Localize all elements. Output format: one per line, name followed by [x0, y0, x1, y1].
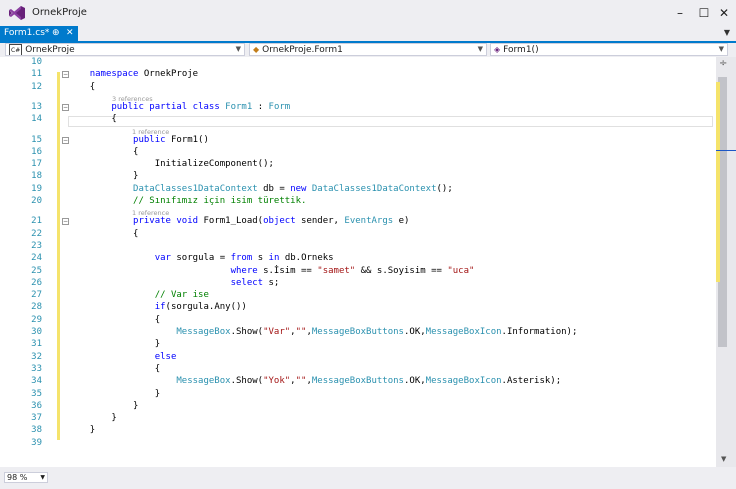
line-number: 21 [31, 216, 42, 227]
code-line[interactable]: { [68, 147, 138, 157]
line-number: 12 [31, 81, 42, 92]
line-number: 13 [31, 101, 42, 112]
chevron-down-icon: ▼ [718, 45, 724, 53]
code-line[interactable]: } [68, 171, 138, 181]
code-editor[interactable]: 10 11 namespace OrnekProje −12 {3 referenc… [0, 57, 716, 467]
project-dropdown[interactable]: C# OrnekProje ▼ [5, 43, 245, 56]
line-number: 26 [31, 277, 42, 288]
class-dropdown[interactable]: ◆ OrnekProje.Form1 ▼ [249, 43, 487, 56]
vertical-scrollbar[interactable]: ÷ ▼ [716, 57, 736, 467]
visual-studio-logo-icon [9, 6, 25, 20]
minimize-button[interactable]: – [668, 3, 692, 23]
chevron-down-icon: ▼ [235, 45, 241, 53]
code-line[interactable]: else [68, 352, 177, 362]
pin-icon[interactable]: ⊕ [52, 26, 60, 41]
code-line[interactable]: InitializeComponent(); [68, 159, 274, 169]
line-number: 19 [31, 183, 42, 194]
line-number: 14 [31, 114, 42, 125]
line-number: 22 [31, 228, 42, 239]
line-number: 20 [31, 196, 42, 206]
scroll-down-icon[interactable]: ▼ [721, 455, 726, 463]
tab-label: Form1.cs* [4, 28, 50, 38]
code-line[interactable]: } [68, 401, 138, 411]
code-line[interactable]: // Var ise [68, 290, 209, 300]
line-number: 11 [31, 69, 42, 80]
collapse-toggle-icon[interactable]: − [62, 136, 69, 144]
member-dropdown-label: Form1() [503, 45, 539, 55]
code-line[interactable]: if(sorgula.Any()) [68, 302, 247, 312]
line-number: 38 [31, 425, 42, 436]
title-bar: OrnekProje – ☐ ✕ [0, 0, 736, 26]
line-number: 15 [31, 134, 42, 145]
collapse-toggle-icon[interactable]: − [62, 103, 69, 111]
line-number: 10 [31, 57, 42, 67]
split-icon[interactable]: ÷ [719, 58, 727, 69]
line-number: 36 [31, 400, 42, 411]
line-number: 37 [31, 413, 42, 424]
change-marker [716, 82, 720, 282]
code-line[interactable]: where s.İsim == "samet" && s.Soyisim == … [68, 266, 475, 276]
status-bar: 98 % ▼ [0, 467, 736, 489]
chevron-down-icon: ▼ [477, 45, 483, 53]
chevron-down-icon: ▼ [40, 474, 45, 481]
close-button[interactable]: ✕ [712, 3, 736, 23]
code-line[interactable]: DataClasses1DataContext db = new DataCla… [68, 184, 453, 194]
line-number: 29 [31, 314, 42, 325]
tab-form1-cs[interactable]: Form1.cs* ⊕ ✕ [0, 26, 78, 41]
collapse-toggle-icon[interactable]: − [62, 71, 69, 79]
code-line[interactable]: { [68, 364, 160, 374]
member-dropdown[interactable]: ◈ Form1() ▼ [490, 43, 728, 56]
code-line[interactable]: } [68, 389, 160, 399]
code-line[interactable]: MessageBox.Show("Yok","",MessageBoxButto… [68, 376, 561, 386]
code-line[interactable]: select s; [68, 278, 280, 288]
tab-dropdown-icon[interactable]: ▼ [724, 28, 730, 37]
zoom-level: 98 % [7, 473, 28, 482]
code-line[interactable]: { [68, 315, 160, 325]
line-number: 25 [31, 265, 42, 276]
code-line[interactable]: } [68, 425, 95, 435]
line-number: 35 [31, 388, 42, 399]
line-number: 28 [31, 302, 42, 313]
code-line[interactable]: public Form1() [68, 135, 209, 145]
line-number: 32 [31, 351, 42, 362]
window-title: OrnekProje [32, 7, 87, 18]
code-line[interactable]: private void Form1_Load(object sender, E… [68, 216, 409, 226]
method-icon: ◈ [494, 45, 501, 54]
code-line[interactable]: { [68, 229, 138, 239]
line-number: 24 [31, 253, 42, 264]
csharp-project-icon: C# [9, 44, 23, 55]
code-line[interactable]: // Sınıfımız için isim türettik. [68, 196, 306, 206]
collapse-toggle-icon[interactable]: − [62, 218, 69, 226]
line-number: 30 [31, 327, 42, 337]
navigation-bar: C# OrnekProje ▼ ◆ OrnekProje.Form1 ▼ ◈ Form… [0, 43, 736, 57]
code-line[interactable]: MessageBox.Show("Var","",MessageBoxButto… [68, 327, 577, 337]
line-number: 16 [31, 146, 42, 157]
zoom-dropdown[interactable]: 98 % ▼ [4, 472, 48, 483]
project-dropdown-label: OrnekProje [25, 45, 75, 55]
code-line[interactable]: var sorgula = from s in db.Orneks [68, 253, 334, 263]
line-number: 17 [31, 159, 42, 170]
code-line[interactable]: { [68, 82, 95, 92]
close-tab-icon[interactable]: ✕ [66, 26, 74, 41]
document-tab-strip: Form1.cs* ⊕ ✕ ▼ [0, 26, 736, 43]
caret-position-marker [716, 150, 736, 151]
code-line[interactable]: } [68, 339, 160, 349]
line-number: 18 [31, 171, 42, 182]
code-line[interactable]: public partial class Form1 : Form [68, 102, 290, 112]
code-line[interactable]: { [68, 114, 116, 124]
class-icon: ◆ [253, 45, 260, 54]
line-number: 33 [31, 363, 42, 374]
code-line[interactable]: namespace OrnekProje [68, 69, 198, 79]
code-line[interactable]: } [68, 413, 116, 423]
change-indicator-bar [57, 72, 60, 440]
current-line-highlight [68, 116, 713, 127]
line-number: 23 [31, 240, 42, 251]
line-number: 34 [31, 376, 42, 387]
line-number: 27 [31, 290, 42, 301]
class-dropdown-label: OrnekProje.Form1 [262, 45, 343, 55]
line-number: 39 [31, 437, 42, 448]
line-number: 31 [31, 339, 42, 350]
